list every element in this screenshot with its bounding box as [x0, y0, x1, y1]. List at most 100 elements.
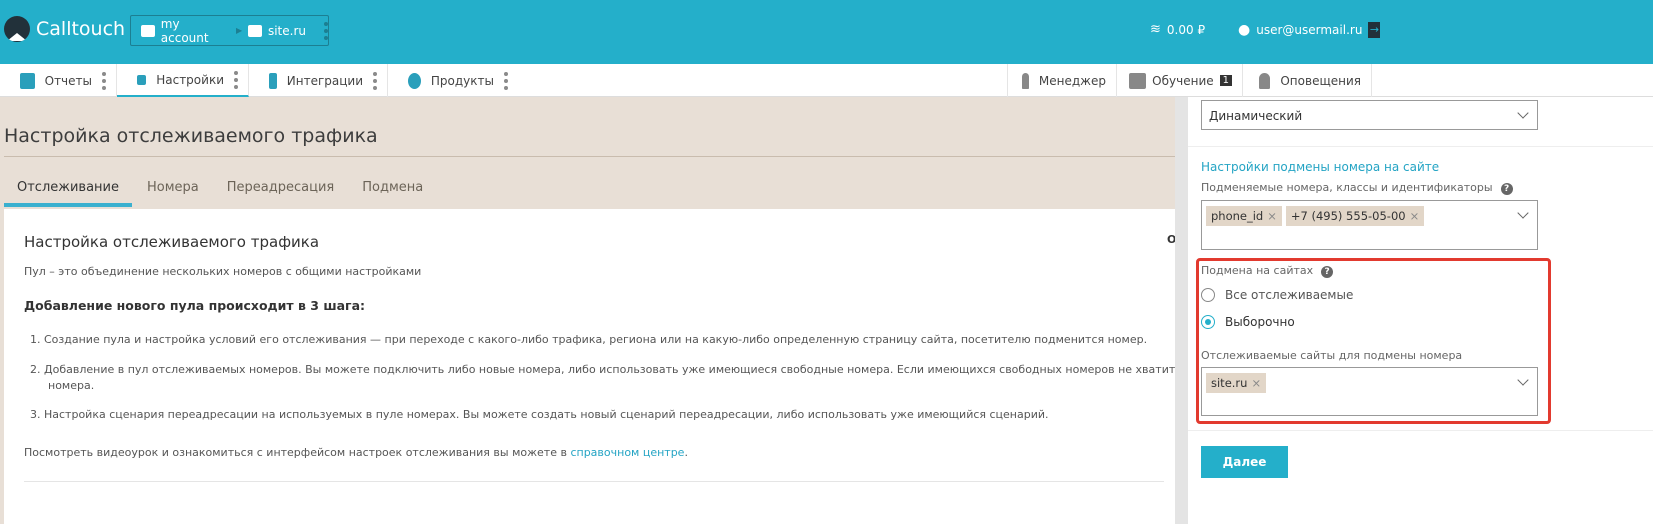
pool-description: Пул – это объединение нескольких номеров…: [24, 265, 422, 278]
help-icon[interactable]: ?: [1500, 183, 1513, 195]
more-icon[interactable]: [504, 71, 508, 90]
tab-tracking[interactable]: Отслеживание: [4, 180, 132, 207]
nav-learning[interactable]: Обучение 1: [1117, 64, 1243, 97]
tab-substitution[interactable]: Подмена: [349, 180, 436, 207]
main-nav: Отчеты Настройки Интеграции Продукты Мен…: [0, 64, 1653, 97]
section-title: Настройки подмены номера на сайте: [1201, 160, 1440, 174]
radio-label: Все отслеживаемые: [1225, 288, 1354, 302]
nav-manager[interactable]: Менеджер: [1007, 64, 1117, 97]
panel-shadow: [1175, 97, 1188, 524]
nav-settings[interactable]: Настройки: [117, 64, 249, 97]
chevron-down-icon: [1517, 107, 1529, 119]
radio-label: Выборочно: [1225, 315, 1295, 329]
nav-label: Обучение: [1152, 73, 1214, 88]
tab-numbers[interactable]: Номера: [134, 180, 212, 207]
chevron-down-icon: [1517, 374, 1529, 386]
more-icon[interactable]: [323, 21, 328, 40]
cut-off-label: Общ: [1167, 233, 1175, 246]
help-text-body: Посмотреть видеоурок и ознакомиться с ин…: [24, 446, 571, 459]
nav-label: Оповещения: [1280, 73, 1361, 88]
help-center-link[interactable]: справочном центре: [570, 446, 684, 459]
replaced-label: Подменяемые номера, классы и идентификат…: [1201, 181, 1513, 195]
tag: +7 (495) 555-05-00 ×: [1285, 206, 1425, 226]
user-menu[interactable]: ● user@usermail.ru →: [1238, 22, 1381, 38]
replaced-numbers-select[interactable]: phone_id × +7 (495) 555-05-00 ×: [1201, 200, 1538, 250]
divider: [1188, 430, 1653, 431]
label-text: Подменяемые номера, классы и идентификат…: [1201, 181, 1493, 194]
headset-icon: [1022, 72, 1029, 89]
step-3: 3. Настройка сценария переадресации на и…: [30, 408, 1049, 421]
tracked-sites-select[interactable]: site.ru ×: [1201, 367, 1538, 416]
radio-all-tracked[interactable]: Все отслеживаемые: [1201, 288, 1353, 302]
help-text: Посмотреть видеоурок и ознакомиться с ин…: [24, 446, 688, 459]
account-name: my account: [160, 16, 209, 45]
nav-products[interactable]: Продукты: [388, 64, 518, 97]
step-2: 2. Добавление в пул отслеживаемых номеро…: [30, 363, 1175, 376]
radio-button-checked[interactable]: [1201, 315, 1215, 329]
settings-panel: Динамический Настройки подмены номера на…: [1188, 97, 1653, 524]
radio-button[interactable]: [1201, 288, 1215, 302]
tag-label: +7 (495) 555-05-00: [1290, 209, 1406, 223]
logout-icon[interactable]: →: [1368, 22, 1381, 38]
tracked-sites-label: Отслеживаемые сайты для подмены номера: [1201, 349, 1463, 362]
nav-label: Продукты: [430, 73, 494, 88]
chevron-down-icon: [1517, 207, 1529, 219]
radio-selective[interactable]: Выборочно: [1201, 315, 1295, 329]
bell-icon: [1259, 72, 1271, 89]
browser-window-icon: [248, 24, 262, 37]
more-icon[interactable]: [102, 71, 106, 90]
step-2-continued: номера.: [48, 379, 95, 392]
nav-reports[interactable]: Отчеты: [0, 64, 117, 97]
divider: [1188, 146, 1653, 147]
info-card: Настройка отслеживаемого трафика Пул – э…: [4, 209, 1175, 524]
nav-label: Интеграции: [286, 73, 363, 88]
card-heading: Настройка отслеживаемого трафика: [24, 233, 320, 251]
user-email: user@usermail.ru: [1256, 23, 1363, 37]
graduation-cap-icon: [1129, 72, 1147, 89]
label-text: Подмена на сайтах: [1201, 264, 1314, 277]
divider: [4, 156, 1175, 157]
next-button[interactable]: Далее: [1201, 446, 1288, 478]
tracking-type-select[interactable]: Динамический: [1201, 100, 1538, 130]
page-title: Настройка отслеживаемого трафика: [4, 125, 378, 147]
clipboard-chart-icon: [20, 72, 35, 89]
integration-icon: [269, 72, 277, 89]
notification-badge: 1: [1219, 75, 1232, 86]
tab-forwarding[interactable]: Переадресация: [214, 180, 347, 207]
top-bar: Calltouch my account ▶ site.ru ≋ 0.00 ₽ ●…: [0, 0, 1653, 64]
remove-tag-icon[interactable]: ×: [1251, 376, 1261, 390]
step-1: 1. Создание пула и настройка условий его…: [30, 333, 1148, 346]
logo[interactable]: Calltouch: [4, 16, 125, 42]
balance[interactable]: ≋ 0.00 ₽: [1150, 22, 1205, 37]
nav-notifications[interactable]: Оповещения: [1243, 64, 1372, 97]
help-icon[interactable]: ?: [1321, 266, 1334, 278]
divider: [24, 481, 1164, 482]
tag: phone_id ×: [1206, 206, 1282, 226]
calltouch-logo-icon: [4, 16, 30, 42]
nav-label: Настройки: [156, 72, 224, 87]
site-name: site.ru: [267, 23, 306, 38]
more-icon[interactable]: [234, 70, 238, 89]
nav-integrations[interactable]: Интеграции: [249, 64, 388, 97]
briefcase-icon: [141, 24, 155, 37]
steps-title: Добавление нового пула происходит в 3 ша…: [24, 298, 365, 313]
arrow-right-icon: ▶: [236, 26, 243, 35]
more-icon[interactable]: [373, 71, 377, 90]
tabs: Отслеживание Номера Переадресация Подмен…: [4, 180, 438, 207]
brand-name: Calltouch: [36, 18, 126, 40]
help-text-end: .: [684, 446, 688, 459]
sliders-icon: [137, 74, 147, 85]
select-value: Динамический: [1209, 109, 1303, 123]
balance-value: 0.00 ₽: [1166, 22, 1206, 37]
products-icon: [408, 72, 421, 89]
account-selector[interactable]: my account ▶ site.ru: [130, 15, 329, 46]
remove-tag-icon[interactable]: ×: [1410, 209, 1420, 223]
tag-label: phone_id: [1211, 209, 1264, 223]
sites-label: Подмена на сайтах?: [1201, 264, 1334, 278]
user-icon: ●: [1238, 22, 1251, 38]
nav-label: Отчеты: [44, 73, 92, 88]
tag: site.ru ×: [1206, 373, 1267, 393]
coins-icon: ≋: [1150, 22, 1161, 37]
remove-tag-icon[interactable]: ×: [1267, 209, 1277, 223]
tag-label: site.ru: [1211, 376, 1248, 390]
